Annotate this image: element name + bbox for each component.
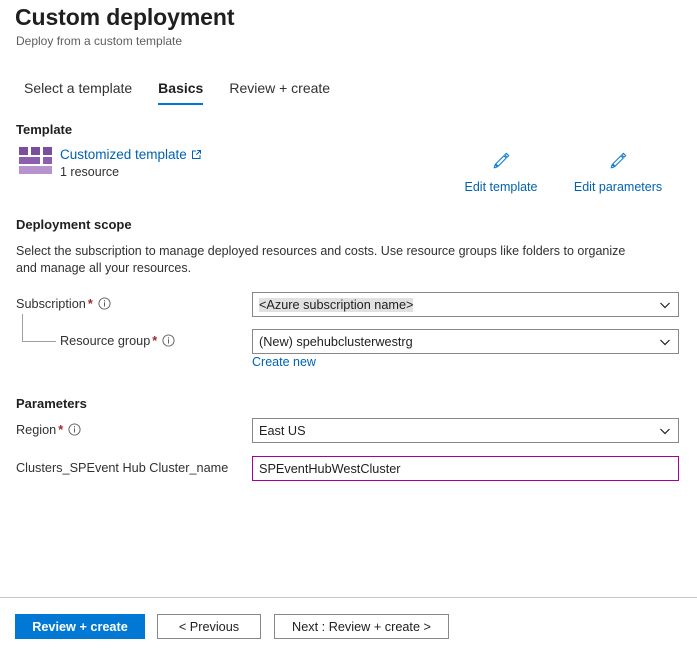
resource-group-value: (New) spehubclusterwestrg [259, 335, 654, 349]
info-icon[interactable] [68, 423, 81, 439]
page-title: Custom deployment [15, 4, 234, 31]
deployment-scope-description: Select the subscription to manage deploy… [16, 243, 646, 277]
resource-group-required-marker: * [152, 334, 157, 348]
customized-template-link[interactable]: Customized template [60, 147, 202, 163]
region-value: East US [259, 424, 654, 438]
edit-parameters-label: Edit parameters [574, 180, 662, 194]
info-icon[interactable] [162, 334, 175, 350]
edit-parameters-button[interactable]: Edit parameters [558, 150, 678, 194]
page-subtitle: Deploy from a custom template [16, 34, 182, 48]
custom-deployment-page: Custom deployment Deploy from a custom t… [0, 0, 697, 656]
create-new-resource-group-link[interactable]: Create new [252, 355, 316, 369]
deployment-scope-heading: Deployment scope [16, 217, 132, 232]
footer-divider [0, 597, 697, 598]
tab-basics[interactable]: Basics [145, 80, 216, 105]
cluster-name-input[interactable]: SPEventHubWestCluster [252, 456, 679, 481]
next-button[interactable]: Next : Review + create > [274, 614, 449, 639]
subscription-label: Subscription* [16, 297, 111, 313]
wizard-tabs: Select a template Basics Review + create [16, 80, 343, 105]
region-dropdown[interactable]: East US [252, 418, 679, 443]
resource-group-dropdown[interactable]: (New) spehubclusterwestrg [252, 329, 679, 354]
region-label: Region* [16, 423, 81, 439]
customized-template-label: Customized template [60, 147, 187, 162]
info-icon[interactable] [98, 297, 111, 313]
template-heading: Template [16, 122, 72, 137]
pencil-icon [607, 150, 629, 177]
region-label-text: Region [16, 423, 56, 437]
resource-group-label-text: Resource group [60, 334, 150, 348]
template-grid-icon [19, 147, 53, 174]
review-create-button[interactable]: Review + create [15, 614, 145, 639]
subscription-label-text: Subscription [16, 297, 86, 311]
scope-hierarchy-connector [22, 314, 56, 342]
previous-button[interactable]: < Previous [157, 614, 261, 639]
external-link-icon [191, 148, 202, 163]
cluster-name-value: SPEventHubWestCluster [259, 462, 676, 476]
parameters-heading: Parameters [16, 396, 87, 411]
chevron-down-icon [654, 336, 676, 348]
edit-template-label: Edit template [465, 180, 538, 194]
cluster-name-label: Clusters_SPEvent Hub Cluster_name [16, 461, 228, 475]
region-required-marker: * [58, 423, 63, 437]
subscription-required-marker: * [88, 297, 93, 311]
subscription-value: <Azure subscription name> [259, 298, 654, 312]
tab-select-a-template[interactable]: Select a template [16, 80, 145, 105]
chevron-down-icon [654, 425, 676, 437]
subscription-dropdown[interactable]: <Azure subscription name> [252, 292, 679, 317]
pencil-icon [490, 150, 512, 177]
resource-group-label: Resource group* [60, 334, 175, 350]
tab-review-create[interactable]: Review + create [216, 80, 343, 105]
chevron-down-icon [654, 299, 676, 311]
edit-template-button[interactable]: Edit template [441, 150, 561, 194]
template-resource-count: 1 resource [60, 165, 119, 179]
